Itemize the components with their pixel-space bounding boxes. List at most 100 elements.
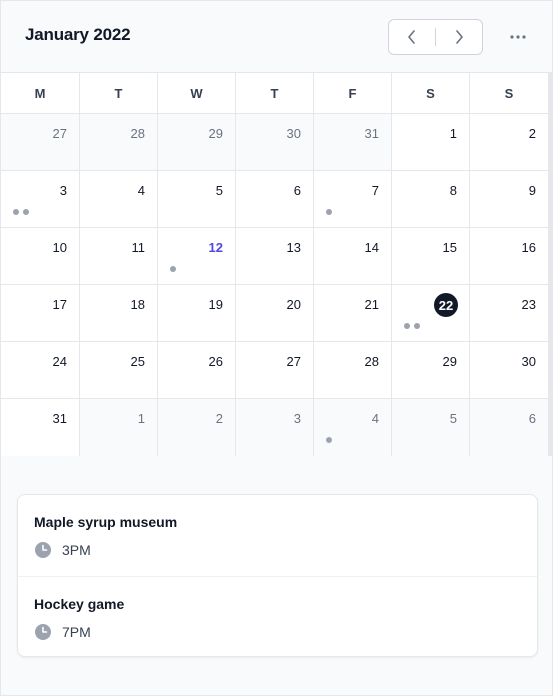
day-cell[interactable]: 14 [314, 228, 392, 285]
day-number: 4 [137, 183, 145, 198]
day-number: 11 [131, 240, 146, 255]
day-cell[interactable]: 1 [80, 399, 158, 456]
day-number: 27 [286, 354, 301, 369]
day-cell[interactable]: 29 [392, 342, 470, 399]
day-number: 21 [364, 297, 379, 312]
day-cell[interactable]: 8 [392, 171, 470, 228]
day-cell[interactable]: 1 [392, 114, 470, 171]
day-number: 12 [208, 240, 223, 255]
event-dot [326, 209, 332, 215]
day-number: 4 [371, 411, 379, 426]
weekday-header: W [158, 73, 236, 114]
day-cell[interactable]: 25 [80, 342, 158, 399]
event-dot [404, 323, 410, 329]
day-cell[interactable]: 31 [1, 399, 80, 456]
day-cell[interactable]: 4 [314, 399, 392, 456]
day-number: 24 [52, 354, 67, 369]
day-number: 25 [130, 354, 145, 369]
day-cell[interactable]: 16 [470, 228, 548, 285]
day-cell[interactable]: 26 [158, 342, 236, 399]
calendar-header: January 2022 [1, 1, 552, 72]
day-number: 15 [442, 240, 457, 255]
event-indicators [326, 209, 332, 215]
day-cell[interactable]: 29 [158, 114, 236, 171]
day-cell[interactable]: 3 [1, 171, 80, 228]
event-indicators [404, 323, 420, 329]
day-cell[interactable]: 15 [392, 228, 470, 285]
day-number: 28 [130, 126, 145, 141]
day-number: 2 [528, 126, 536, 141]
day-number: 6 [528, 411, 536, 426]
day-number: 28 [364, 354, 379, 369]
day-cell[interactable]: 17 [1, 285, 80, 342]
day-cell[interactable]: 2 [158, 399, 236, 456]
day-number: 20 [286, 297, 301, 312]
day-number: 1 [137, 411, 145, 426]
day-cell[interactable]: 5 [158, 171, 236, 228]
day-number: 13 [286, 240, 301, 255]
event-time: 7PM [34, 623, 91, 641]
clock-icon [35, 624, 51, 640]
event-item[interactable]: Hockey game 7PM [18, 576, 537, 657]
day-cell[interactable]: 9 [470, 171, 548, 228]
event-indicators [170, 266, 176, 272]
day-cell[interactable]: 19 [158, 285, 236, 342]
day-cell[interactable]: 30 [236, 114, 314, 171]
weekday-header: F [314, 73, 392, 114]
event-item[interactable]: Maple syrup museum 3PM [18, 495, 537, 576]
day-number: 29 [442, 354, 457, 369]
day-number: 29 [208, 126, 223, 141]
day-number: 14 [364, 240, 379, 255]
day-number: 19 [208, 297, 223, 312]
day-cell[interactable]: 24 [1, 342, 80, 399]
day-cell[interactable]: 27 [236, 342, 314, 399]
clock-icon [35, 542, 51, 558]
day-cell[interactable]: 11 [80, 228, 158, 285]
day-cell[interactable]: 2 [470, 114, 548, 171]
day-cell[interactable]: 4 [80, 171, 158, 228]
event-time: 3PM [34, 541, 91, 559]
event-title: Hockey game [34, 596, 125, 612]
event-time-label: 3PM [62, 542, 91, 558]
day-cell[interactable]: 3 [236, 399, 314, 456]
today-day-cell[interactable]: 12 [158, 228, 236, 285]
month-title: January 2022 [25, 25, 131, 44]
day-number: 31 [364, 126, 379, 141]
event-time-label: 7PM [62, 624, 91, 640]
previous-month-button[interactable] [389, 20, 435, 54]
events-list: Maple syrup museum 3PM Hockey game 7PM [17, 494, 538, 657]
day-cell[interactable]: 10 [1, 228, 80, 285]
day-number: 10 [52, 240, 67, 255]
day-number: 5 [215, 183, 223, 198]
day-cell[interactable]: 31 [314, 114, 392, 171]
day-number: 26 [208, 354, 223, 369]
day-number: 30 [521, 354, 536, 369]
day-cell[interactable]: 7 [314, 171, 392, 228]
day-number: 3 [59, 183, 67, 198]
day-cell[interactable]: 21 [314, 285, 392, 342]
weekday-header: T [236, 73, 314, 114]
day-cell[interactable]: 28 [80, 114, 158, 171]
next-month-button[interactable] [436, 20, 482, 54]
day-number: 17 [52, 297, 67, 312]
event-dot [23, 209, 29, 215]
day-number: 23 [521, 297, 536, 312]
more-options-button[interactable] [503, 23, 533, 51]
weekday-header: S [470, 73, 548, 114]
day-cell[interactable]: 28 [314, 342, 392, 399]
day-cell[interactable]: 30 [470, 342, 548, 399]
day-cell[interactable]: 6 [470, 399, 548, 456]
day-number: 7 [371, 183, 379, 198]
calendar-grid: M T W T F S S 27 28 29 30 31 1 2 3 4 5 6 7 8 9 10 11 12 13 14 15 16… [1, 72, 552, 456]
day-number: 2 [215, 411, 223, 426]
day-number: 22 [434, 293, 458, 317]
day-cell[interactable]: 18 [80, 285, 158, 342]
day-cell[interactable]: 6 [236, 171, 314, 228]
day-cell[interactable]: 23 [470, 285, 548, 342]
day-cell[interactable]: 27 [1, 114, 80, 171]
selected-day-cell[interactable]: 22 [392, 285, 470, 342]
event-dot [170, 266, 176, 272]
day-cell[interactable]: 20 [236, 285, 314, 342]
day-cell[interactable]: 13 [236, 228, 314, 285]
day-cell[interactable]: 5 [392, 399, 470, 456]
